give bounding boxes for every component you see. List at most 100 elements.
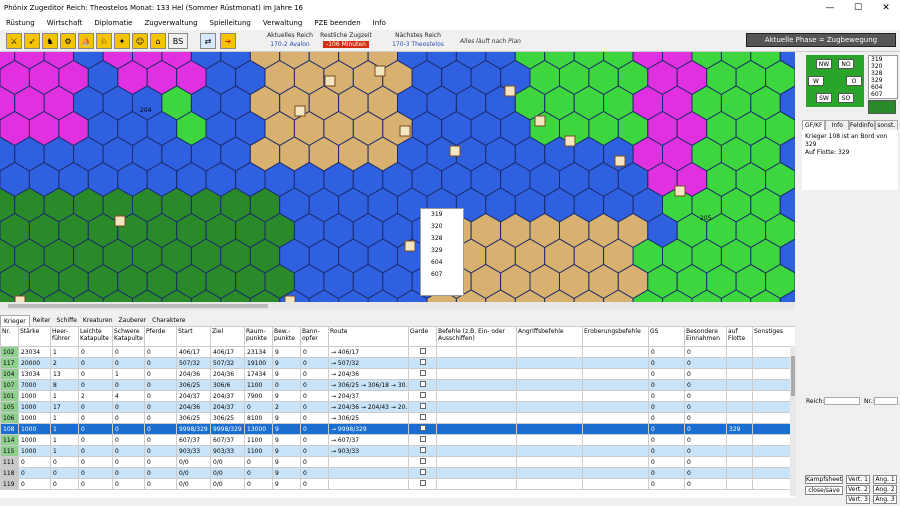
column-header[interactable]: Befehle (z.B. Ein- oder Ausschiffen) [436,326,517,347]
character-icon[interactable]: ☺ [132,33,148,49]
tab-sonst[interactable]: sonst. [874,120,898,130]
menu-zugverwaltung[interactable]: Zugverwaltung [138,19,203,27]
fleet-list[interactable]: 319 320 328 329 604 607 [868,55,898,99]
garde-checkbox[interactable] [408,478,437,490]
table-row[interactable]: 105 1000 17 0 0 0 204/36 204/37 0 2 0 → 204/36 → 20… [0,401,795,413]
checkbox[interactable] [419,414,426,420]
menu-ruestung[interactable]: Rüstung [0,19,41,27]
column-header[interactable]: Ziel [210,326,245,347]
fleet-list-item[interactable]: 607 [869,91,897,98]
popup-item[interactable]: 604 [421,257,463,269]
unit-marker[interactable] [614,155,626,167]
table-row[interactable]: 115 1000 1 0 0 0 903/33 903/33 1100 9 0 → 903/33 0 0 [0,445,795,457]
reich-input[interactable] [824,397,860,405]
vert3-button[interactable]: Vert. 3 [846,495,870,504]
ang3-button[interactable]: Ang. 3 [873,495,897,504]
minimize-button[interactable]: — [816,0,844,16]
unit-marker[interactable] [294,105,306,117]
checkbox[interactable] [419,447,426,453]
table-row[interactable]: 117 20000 2 0 0 0 507/32 507/32 19100 9 0 → 507/32 0… [0,357,795,369]
table-row[interactable]: 108 1000 1 0 0 0 9998/329 9998/329 13000 9 0 → 9998… [0,423,795,435]
wizard-icon[interactable]: ✦ [114,33,130,49]
ang2-button[interactable]: Ang. 2 [873,485,897,494]
table-row[interactable]: 104 13034 13 0 1 0 204/36 204/36 17434 9 0 → 204/36… [0,368,795,380]
table-row[interactable]: 107 7000 8 0 0 0 306/25 306/6 1100 0 0 → 306/25 → 3… [0,379,795,391]
checkbox[interactable] [419,359,426,365]
building-icon[interactable]: ⌂ [150,33,166,49]
tab-info[interactable]: Info [825,120,849,130]
tab-schiffe[interactable]: Schiffe [54,315,80,326]
column-header[interactable]: Nr. [0,326,19,347]
popup-item[interactable]: 319 [421,209,463,221]
menu-pze-beenden[interactable]: PZE beenden [308,19,366,27]
creature-icon[interactable]: ♘ [96,33,112,49]
column-header[interactable]: Schwere Katapulte [112,326,145,347]
fleet-list-item[interactable]: 319 [869,56,897,63]
column-header[interactable]: Bann-opfer [300,326,329,347]
column-header[interactable]: Heer-führer [50,326,79,347]
compass-nw-button[interactable]: NW [816,59,832,69]
fleet-list-item[interactable]: 604 [869,84,897,91]
garde-checkbox[interactable] [408,456,437,468]
unit-marker[interactable] [399,125,411,137]
unit-marker[interactable] [564,135,576,147]
table-vertical-scrollbar[interactable] [790,346,796,496]
table-row[interactable]: 102 23034 1 0 0 0 406/17 406/17 23134 9 0 → 406/17 0… [0,346,795,358]
hex-map[interactable]: 204 205 [0,52,795,302]
popup-item[interactable]: 607 [421,269,463,281]
popup-item[interactable]: 328 [421,233,463,245]
tab-krieger[interactable]: Krieger [0,315,30,326]
checkbox[interactable] [419,469,426,475]
table-row[interactable]: 119 0 0 0 0 0 0/0 0/0 0 9 0 0 0 [0,478,795,490]
menu-diplomatie[interactable]: Diplomatie [88,19,138,27]
menu-info[interactable]: Info [367,19,392,27]
checkbox[interactable] [419,348,426,354]
rider-icon[interactable]: ♞ [42,33,58,49]
compass-w-button[interactable]: W [808,76,824,86]
garde-checkbox[interactable] [408,423,437,435]
hex-map-canvas[interactable]: 204 205 [0,52,795,302]
garde-checkbox[interactable] [408,412,437,424]
menu-spielleitung[interactable]: Spielleitung [204,19,257,27]
unit-marker[interactable] [404,240,416,252]
unit-marker[interactable] [374,65,386,77]
unit-marker[interactable] [674,185,686,197]
table-row[interactable]: 118 0 0 0 0 0 0/0 0/0 0 9 0 0 0 [0,467,795,479]
table-row[interactable]: 101 1000 1 2 4 0 204/37 204/37 7900 9 0 → 204/37 0 0 [0,390,795,402]
table-row[interactable]: 106 1000 1 0 0 0 306/25 306/25 8100 9 0 → 306/25 0 0 [0,412,795,424]
vert1-button[interactable]: Vert. 1 [846,475,870,484]
column-header[interactable]: auf Flotte [726,326,753,347]
table-row[interactable]: 114 1000 1 0 0 0 607/37 607/37 1100 9 0 → 607/37 0 0 [0,434,795,446]
checkbox[interactable] [419,403,426,409]
compass-so-button[interactable]: SO [838,93,854,103]
tab-zauberer[interactable]: Zauberer [116,315,150,326]
garde-checkbox[interactable] [408,368,437,380]
garde-checkbox[interactable] [408,346,437,358]
catapult-icon[interactable]: ⚙ [60,33,76,49]
arrow-right-icon[interactable]: ➔ [220,33,236,49]
checkbox[interactable] [419,436,426,442]
maximize-button[interactable]: ☐ [844,0,872,16]
garde-checkbox[interactable] [408,445,437,457]
tab-feldinfo[interactable]: Feldinfo [848,120,875,130]
column-header[interactable]: Sonstiges [752,326,795,347]
column-header[interactable]: Stärke [18,326,51,347]
menu-wirtschaft[interactable]: Wirtschaft [41,19,89,27]
checkbox[interactable] [419,381,426,387]
column-header[interactable]: Pferde [144,326,177,347]
unit-marker[interactable] [324,75,336,87]
popup-item[interactable]: 329 [421,245,463,257]
menu-verwaltung[interactable]: Verwaltung [257,19,308,27]
column-header[interactable]: Garde [408,326,437,347]
fleet-list-item[interactable]: 328 [869,70,897,77]
kampfsheet-button[interactable]: Kampfsheet [805,475,843,484]
fleet-list-item[interactable]: 320 [869,63,897,70]
garde-checkbox[interactable] [408,379,437,391]
unit-marker[interactable] [504,85,516,97]
tab-charaktere[interactable]: Charaktere [149,315,188,326]
vert2-button[interactable]: Vert. 2 [846,485,870,494]
checkbox[interactable] [419,370,426,376]
tab-gfkf[interactable]: GF/KF [802,120,826,130]
garde-checkbox[interactable] [408,401,437,413]
checkbox[interactable] [419,458,426,464]
